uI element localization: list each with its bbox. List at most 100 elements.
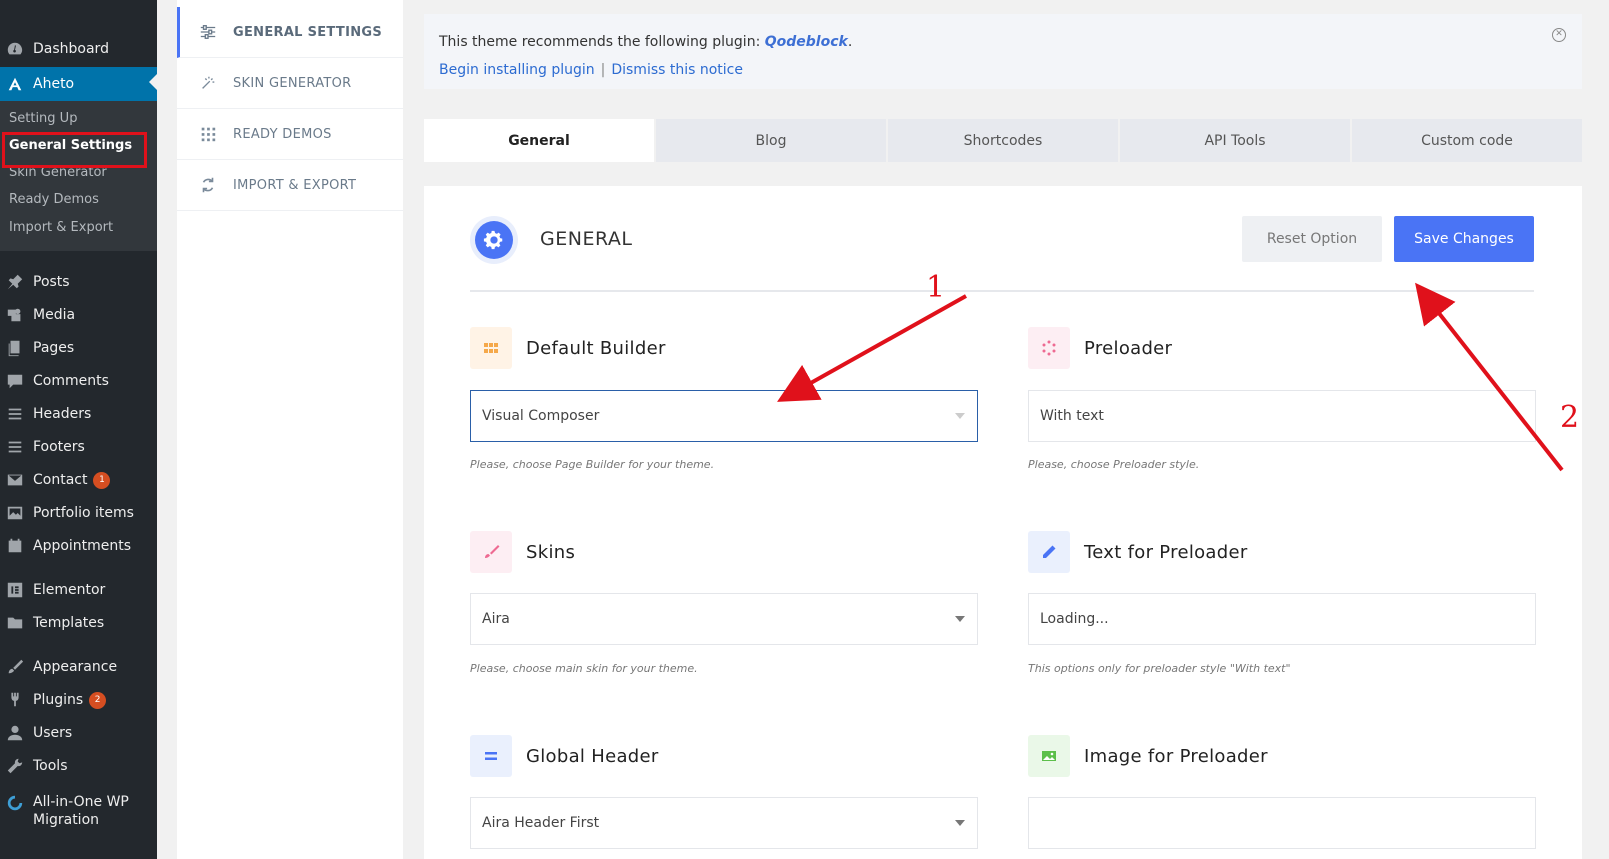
menu-item-templates[interactable]: Templates <box>0 608 157 638</box>
save-changes-button[interactable]: Save Changes <box>1394 216 1534 262</box>
aheto-nav-skin-generator[interactable]: SKIN GENERATOR <box>177 58 403 109</box>
reset-option-button[interactable]: Reset Option <box>1242 216 1382 262</box>
notice-message: This theme recommends the following plug… <box>439 34 852 50</box>
chevron-down-icon <box>955 616 965 622</box>
notice-plugin-link[interactable]: Qodeblock <box>765 34 848 50</box>
pencil-icon <box>1028 531 1070 573</box>
image-icon <box>1028 735 1070 777</box>
field-hint: Please, choose Page Builder for your the… <box>470 458 715 471</box>
settings-panel: GENERAL Reset Option Save Changes Defaul… <box>424 186 1582 859</box>
menu-item-headers[interactable]: Headers <box>0 399 157 429</box>
field-label: Image for Preloader <box>1084 745 1268 767</box>
dismiss-notice-link[interactable]: Dismiss this notice <box>611 62 743 78</box>
tab-api-tools[interactable]: API Tools <box>1120 119 1350 162</box>
aheto-nav-general-settings[interactable]: GENERAL SETTINGS <box>177 7 403 58</box>
menu-item-portfolio[interactable]: Portfolio items <box>0 498 157 528</box>
menu-item-appearance[interactable]: Appearance <box>0 652 157 682</box>
aheto-nav-ready-demos[interactable]: READY DEMOS <box>177 109 403 160</box>
menu-item-posts[interactable]: Posts <box>0 267 157 297</box>
field-label: Global Header <box>526 745 659 767</box>
menu-item-migration[interactable]: All-in-One WP Migration <box>0 793 157 833</box>
chevron-down-icon <box>955 820 965 826</box>
menu-item-aheto[interactable]: Aheto <box>0 67 157 101</box>
default-builder-select[interactable]: Visual Composer <box>470 390 978 442</box>
menu-item-label: Pages <box>33 340 75 356</box>
menu-item-tools[interactable]: Tools <box>0 751 157 781</box>
media-icon <box>5 305 25 325</box>
tab-shortcodes[interactable]: Shortcodes <box>888 119 1118 162</box>
highlight-box <box>2 132 147 168</box>
text-preloader-input[interactable]: Loading... <box>1028 593 1536 645</box>
divider <box>470 290 1534 292</box>
aheto-nav-label: IMPORT & EXPORT <box>233 177 357 193</box>
field-default-builder: Default Builder <box>470 327 666 369</box>
submenu-setting-up[interactable]: Setting Up <box>9 108 77 130</box>
select-value: With text <box>1040 408 1104 424</box>
begin-install-link[interactable]: Begin installing plugin <box>439 62 595 78</box>
migration-icon <box>5 793 25 813</box>
pages-icon <box>5 338 25 358</box>
menu-item-pages[interactable]: Pages <box>0 333 157 363</box>
menu-item-dashboard[interactable]: Dashboard <box>0 34 157 64</box>
tab-custom-code[interactable]: Custom code <box>1352 119 1582 162</box>
list-icon <box>5 437 25 457</box>
plugin-notice: This theme recommends the following plug… <box>424 14 1582 89</box>
select-value: Visual Composer <box>482 408 600 424</box>
menu-item-users[interactable]: Users <box>0 718 157 748</box>
chevron-down-icon <box>955 413 965 419</box>
field-hint: This options only for preloader style "W… <box>1028 662 1291 675</box>
tab-general[interactable]: General <box>424 119 654 162</box>
aheto-nav-label: READY DEMOS <box>233 126 332 142</box>
menu-item-label: Appointments <box>33 538 132 554</box>
grid-icon <box>470 327 512 369</box>
menu-item-label: Users <box>33 725 73 741</box>
menu-item-elementor[interactable]: Elementor <box>0 575 157 605</box>
field-label: Preloader <box>1084 337 1173 359</box>
input-value: Loading... <box>1040 611 1109 627</box>
aheto-nav-label: GENERAL SETTINGS <box>233 24 383 40</box>
menu-item-media[interactable]: Media <box>0 300 157 330</box>
field-hint: Please, choose main skin for your theme. <box>470 662 698 675</box>
submenu-ready-demos[interactable]: Ready Demos <box>9 189 99 211</box>
menu-item-label: Elementor <box>33 582 106 598</box>
notification-badge: 2 <box>89 691 107 709</box>
plug-icon <box>5 690 25 710</box>
notification-badge: 1 <box>93 471 111 489</box>
link-separator: | <box>600 62 606 78</box>
menu-item-plugins[interactable]: Plugins 2 <box>0 685 157 715</box>
elementor-icon <box>5 580 25 600</box>
preloader-select[interactable]: With text <box>1028 390 1536 442</box>
menu-item-appointments[interactable]: Appointments <box>0 531 157 561</box>
annotation-number-1: 1 <box>926 270 946 305</box>
section-title: GENERAL <box>540 228 633 250</box>
grid-icon <box>197 123 219 145</box>
aheto-nav-label: SKIN GENERATOR <box>233 75 352 91</box>
global-header-select[interactable]: Aira Header First <box>470 797 978 849</box>
skins-select[interactable]: Aira <box>470 593 978 645</box>
portfolio-icon <box>5 503 25 523</box>
image-preloader-input[interactable] <box>1028 797 1536 849</box>
wrench-icon <box>5 756 25 776</box>
sync-icon <box>197 174 219 196</box>
aheto-nav-import-export[interactable]: IMPORT & EXPORT <box>177 160 403 211</box>
tab-blog[interactable]: Blog <box>656 119 886 162</box>
menu-item-contact[interactable]: Contact 1 <box>0 465 157 495</box>
menu-item-label: Plugins <box>33 692 84 708</box>
calendar-icon <box>5 536 25 556</box>
aheto-submenu: Setting Up General Settings Skin Generat… <box>0 101 157 251</box>
field-label: Default Builder <box>526 337 666 359</box>
annotation-number-2: 2 <box>1560 400 1580 435</box>
field-preloader: Preloader <box>1028 327 1172 369</box>
menu-item-footers[interactable]: Footers <box>0 432 157 462</box>
field-hint: Please, choose Preloader style. <box>1028 458 1200 471</box>
field-skins: Skins <box>470 531 575 573</box>
notice-text: This theme recommends the following plug… <box>439 34 765 50</box>
close-icon[interactable]: ✕ <box>1552 28 1566 42</box>
menu-item-label: Aheto <box>33 76 75 92</box>
menu-item-comments[interactable]: Comments <box>0 366 157 396</box>
submenu-import-export[interactable]: Import & Export <box>9 217 113 239</box>
equals-icon <box>470 735 512 777</box>
brush-icon <box>470 531 512 573</box>
comment-icon <box>5 371 25 391</box>
notice-links: Begin installing plugin | Dismiss this not… <box>439 62 743 78</box>
